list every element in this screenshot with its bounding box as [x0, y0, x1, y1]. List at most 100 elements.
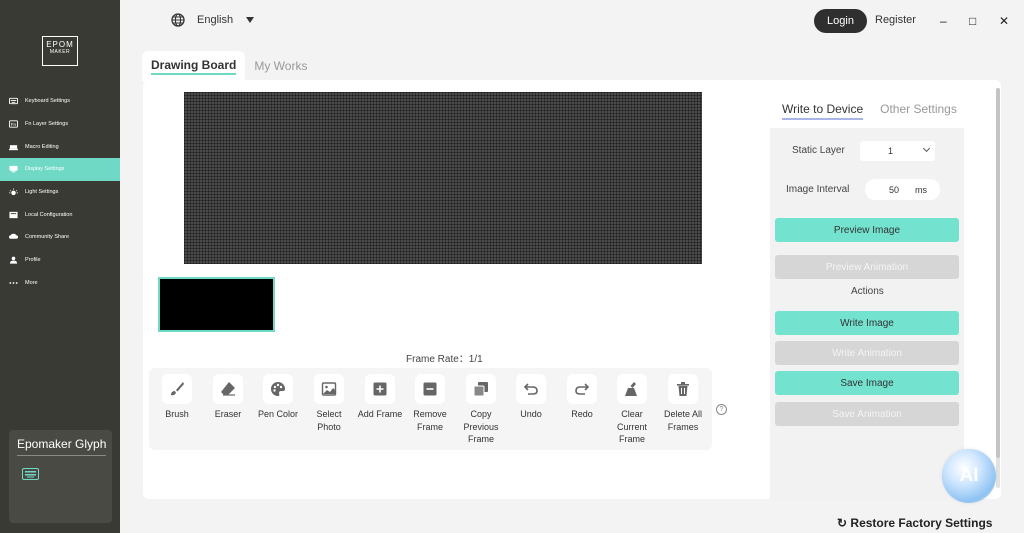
clear-current-frame-tool[interactable]: Clear Current Frame [607, 374, 657, 446]
fn-layer-icon: Fn [9, 120, 18, 128]
tab-label: Drawing Board [151, 58, 237, 75]
sidebar-item-profile[interactable]: Profile [0, 249, 120, 272]
image-interval-input[interactable]: 50 ms [865, 179, 940, 200]
chevron-down-icon [922, 144, 931, 153]
scrollbar[interactable] [996, 88, 1000, 488]
sidebar-item-label: Light Settings [25, 189, 59, 196]
tool-label: Copy Previous Frame [463, 409, 499, 444]
sidebar-item-more[interactable]: More [0, 272, 120, 295]
main-tabs: Drawing Board My Works [142, 51, 316, 81]
frame-rate-text: Frame Rate：1/1 [406, 354, 483, 365]
write-animation-button[interactable]: Write Animation [775, 341, 959, 365]
keyboard-icon [9, 97, 18, 105]
sidebar-item-label: More [25, 279, 38, 286]
language-selector[interactable]: English [171, 13, 255, 27]
keyboard-icon [22, 468, 39, 480]
tool-label: Select Photo [316, 409, 342, 432]
sidebar-item-label: Macro Editing [25, 143, 59, 150]
macro-icon [9, 143, 18, 151]
copy-previous-frame-tool[interactable]: Copy Previous Frame [456, 374, 506, 446]
globe-icon [171, 13, 185, 27]
sidebar-item-fn-layer-settings[interactable]: Fn Fn Layer Settings [0, 113, 120, 136]
static-layer-select[interactable]: 1 [860, 141, 935, 161]
light-icon [9, 188, 18, 196]
eraser-tool[interactable]: Eraser [203, 374, 253, 421]
logo-text-bottom: MAKER [49, 49, 71, 55]
pen-color-tool[interactable]: Pen Color [253, 374, 303, 421]
drawing-canvas[interactable] [184, 92, 702, 264]
register-link[interactable]: Register [875, 14, 916, 26]
refresh-icon: ↻ [837, 516, 848, 530]
tab-drawing-board[interactable]: Drawing Board [142, 51, 246, 81]
trash-icon [668, 374, 698, 404]
tool-label: Remove Frame [413, 409, 447, 432]
eraser-icon [213, 374, 243, 404]
minimize-button[interactable]: – [940, 14, 947, 28]
display-icon [9, 165, 18, 173]
image-interval-value: 50 [889, 184, 900, 195]
svg-text:Fn: Fn [11, 122, 17, 127]
delete-all-frames-tool[interactable]: Delete All Frames [658, 374, 708, 433]
tool-label: Clear Current Frame [616, 409, 647, 444]
redo-tool[interactable]: Redo [557, 374, 607, 421]
device-card[interactable]: Epomaker Glyph [9, 430, 112, 523]
tool-label: Add Frame [357, 409, 403, 419]
close-button[interactable]: ✕ [999, 14, 1009, 28]
save-image-button[interactable]: Save Image [775, 371, 959, 395]
drawing-toolbar: Brush Eraser Pen Color Select Photo Add … [149, 368, 712, 450]
preview-animation-button[interactable]: Preview Animation [775, 255, 959, 279]
sidebar-item-label: Community Share [25, 234, 70, 241]
caret-down-icon [246, 17, 255, 23]
remove-frame-tool[interactable]: Remove Frame [405, 374, 455, 433]
actions-label: Actions [851, 286, 884, 297]
sidebar-item-label: Display Settings [25, 166, 65, 173]
language-label: English [197, 14, 234, 26]
sidebar-item-keyboard-settings[interactable]: Keyboard Settings [0, 90, 120, 113]
help-icon[interactable]: ? [716, 404, 727, 415]
add-icon [365, 374, 395, 404]
select-photo-tool[interactable]: Select Photo [304, 374, 354, 433]
sidebar: EPOM MAKER Keyboard Settings Fn Fn Layer… [0, 0, 120, 533]
sidebar-item-light-settings[interactable]: Light Settings [0, 181, 120, 204]
tool-label: Undo [520, 409, 542, 419]
image-interval-label: Image Interval [786, 184, 850, 195]
brush-tool[interactable]: Brush [152, 374, 202, 421]
add-frame-tool[interactable]: Add Frame [355, 374, 405, 421]
remove-icon [415, 374, 445, 404]
ai-assistant-button[interactable]: AI [942, 449, 996, 503]
image-icon [314, 374, 344, 404]
sidebar-item-display-settings[interactable]: Display Settings [0, 158, 120, 181]
restore-factory-settings-button[interactable]: ↻ Restore Factory Settings [837, 516, 992, 530]
tool-label: Delete All Frames [663, 409, 703, 432]
restore-label: Restore Factory Settings [850, 516, 993, 530]
sidebar-item-label: Fn Layer Settings [25, 121, 69, 128]
undo-tool[interactable]: Undo [506, 374, 556, 421]
scrollbar-thumb[interactable] [996, 88, 1000, 458]
maximize-button[interactable]: □ [969, 14, 976, 28]
sidebar-nav: Keyboard Settings Fn Fn Layer Settings M… [0, 90, 120, 294]
preview-image-button[interactable]: Preview Image [775, 218, 959, 242]
sidebar-item-label: Local Configuration [25, 211, 73, 218]
sidebar-item-local-configuration[interactable]: Local Configuration [0, 203, 120, 226]
tab-other-settings[interactable]: Other Settings [880, 102, 957, 120]
tab-write-to-device[interactable]: Write to Device [782, 102, 864, 120]
epomaker-logo: EPOM MAKER [42, 36, 78, 66]
sidebar-item-label: Profile [25, 257, 41, 264]
tool-label: Pen Color [257, 409, 299, 419]
logo-text-top: EPOM [46, 40, 74, 49]
device-name: Epomaker Glyph [17, 437, 107, 456]
save-animation-button[interactable]: Save Animation [775, 402, 959, 426]
sidebar-item-community-share[interactable]: Community Share [0, 226, 120, 249]
tool-label: Redo [571, 409, 593, 419]
sidebar-item-macro-editing[interactable]: Macro Editing [0, 135, 120, 158]
static-layer-value: 1 [888, 146, 894, 156]
more-icon [9, 279, 18, 287]
login-button[interactable]: Login [814, 9, 867, 33]
image-interval-unit: ms [915, 184, 928, 195]
static-layer-label: Static Layer [792, 145, 845, 156]
frame-thumbnail[interactable] [158, 277, 275, 332]
profile-icon [9, 256, 18, 264]
tab-my-works[interactable]: My Works [245, 51, 316, 81]
clear-icon [617, 374, 647, 404]
write-image-button[interactable]: Write Image [775, 311, 959, 335]
